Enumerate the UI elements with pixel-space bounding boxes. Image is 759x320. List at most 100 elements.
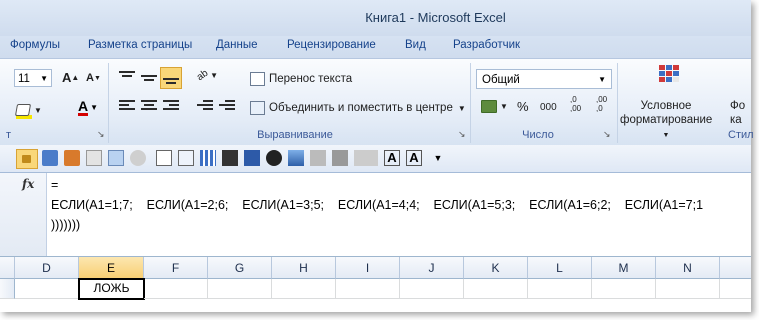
conditional-formatting-label-2: форматирование [620, 114, 713, 126]
cell-k[interactable] [464, 279, 528, 299]
control-icon[interactable] [42, 150, 58, 166]
ribbon: 11 ▼ A ▲ A ▼ ▼ A ▼ т ↘ ab ▼ Перенос текс… [0, 58, 754, 146]
align-center-icon[interactable] [141, 100, 157, 114]
column-header-k[interactable]: K [464, 257, 528, 279]
run-dialog-icon[interactable] [130, 150, 146, 166]
font-color-button[interactable]: A ▼ [78, 99, 98, 116]
tab-data[interactable]: Данные [216, 39, 258, 51]
insert-function-icon[interactable]: fx [22, 177, 34, 191]
align-bottom-button[interactable] [160, 67, 182, 89]
ribbon-tabs: Формулы Разметка страницы Данные Рецензи… [0, 36, 751, 58]
cell-partial[interactable] [720, 279, 751, 299]
image-icon[interactable] [288, 150, 304, 166]
combo-icon[interactable] [244, 150, 260, 166]
align-left-icon[interactable] [119, 100, 135, 114]
currency-icon [481, 100, 497, 113]
wrap-text-label: Перенос текста [269, 73, 353, 85]
tab-view[interactable]: Вид [405, 39, 426, 51]
cell-h[interactable] [272, 279, 336, 299]
conditional-formatting-button[interactable]: Условное форматирование ▼ [620, 99, 712, 143]
text-angle-icon: ab [194, 67, 211, 84]
number-format-dropdown[interactable]: Общий ▼ [476, 69, 612, 89]
list-icon[interactable] [222, 150, 238, 166]
formula-bar: fx = ЕСЛИ(A1=1;7; ЕСЛИ(A1=2;6; ЕСЛИ(A1=3… [0, 173, 751, 257]
view-code-icon[interactable] [86, 150, 102, 166]
cell-g[interactable] [208, 279, 272, 299]
wrap-text-button[interactable]: Перенос текста [250, 72, 352, 86]
decrease-indent-icon[interactable] [197, 100, 213, 114]
column-header-h[interactable]: H [272, 257, 336, 279]
toolbar-more-icon[interactable]: ▼ [430, 150, 446, 166]
active-cell-e[interactable]: ЛОЖЬ [78, 278, 145, 300]
cell-i[interactable] [336, 279, 400, 299]
cell-f[interactable] [144, 279, 208, 299]
number-dialog-launcher[interactable]: ↘ [603, 129, 611, 140]
separator [470, 63, 471, 143]
spin-icon[interactable] [310, 150, 326, 166]
properties-icon[interactable] [64, 150, 80, 166]
column-header-j[interactable]: J [400, 257, 464, 279]
lock-button[interactable] [16, 149, 38, 169]
column-header-e[interactable]: E [79, 257, 144, 279]
cell-l[interactable] [528, 279, 592, 299]
column-header-d[interactable]: D [15, 257, 79, 279]
column-header-f[interactable]: F [144, 257, 208, 279]
currency-format-button[interactable]: ▼ [481, 100, 508, 113]
label-a-icon[interactable]: A [384, 150, 400, 166]
chevron-down-icon: ▼ [457, 103, 466, 113]
column-header-n[interactable]: N [656, 257, 720, 279]
cell-j[interactable] [400, 279, 464, 299]
column-header-m[interactable]: M [592, 257, 656, 279]
tab-developer[interactable]: Разработчик [453, 39, 520, 51]
increase-decimal-button[interactable]: ,0 ,00 [570, 95, 581, 113]
merge-center-label: Объединить и поместить в центре [269, 102, 453, 114]
formula-line[interactable]: ))))))) [51, 218, 80, 232]
align-top-icon[interactable] [119, 71, 135, 85]
scroll-icon[interactable] [332, 150, 348, 166]
alignment-dialog-launcher[interactable]: ↘ [458, 129, 466, 140]
fill-color-button[interactable]: ▼ [14, 101, 42, 119]
label-a-alt-icon[interactable]: A [406, 150, 422, 166]
column-header-partial [720, 257, 751, 279]
column-header-l[interactable]: L [528, 257, 592, 279]
increase-indent-icon[interactable] [219, 100, 235, 114]
formula-line[interactable]: ЕСЛИ(A1=1;7; ЕСЛИ(A1=2;6; ЕСЛИ(A1=3;5; Е… [51, 198, 703, 212]
tab-review[interactable]: Рецензирование [287, 39, 376, 51]
conditional-formatting-label-1: Условное [640, 100, 692, 112]
decrease-decimal-button[interactable]: ,00 ,0 [596, 95, 607, 113]
format-as-table-button[interactable]: Фо ка [730, 99, 745, 127]
formula-line[interactable]: = [51, 178, 58, 192]
cell-d[interactable] [15, 279, 79, 299]
shrink-font-button[interactable]: A ▼ [86, 72, 101, 84]
thousands-button[interactable]: 000 [540, 102, 557, 113]
tab-formulas[interactable]: Формулы [10, 39, 60, 51]
conditional-formatting-icon [659, 65, 683, 91]
tab-page-layout[interactable]: Разметка страницы [88, 39, 192, 51]
font-dialog-launcher[interactable]: ↘ [97, 129, 105, 140]
more-controls-icon[interactable] [354, 150, 378, 166]
merge-center-button[interactable]: Объединить и поместить в центре ▼ [250, 101, 466, 115]
cell-n[interactable] [656, 279, 720, 299]
separator [617, 63, 618, 143]
chevron-down-icon: ▼ [40, 74, 48, 83]
checkbox-icon[interactable] [156, 150, 172, 166]
column-header-i[interactable]: I [336, 257, 400, 279]
align-right-icon[interactable] [163, 100, 179, 114]
font-size-box[interactable]: 11 ▼ [14, 69, 52, 87]
column-header-g[interactable]: G [208, 257, 272, 279]
number-group-label: Число [522, 129, 554, 141]
row-header[interactable] [0, 279, 15, 299]
window-title: Книга1 - Microsoft Excel [365, 10, 506, 25]
textbox-icon[interactable] [178, 150, 194, 166]
grow-font-button[interactable]: A ▲ [62, 70, 79, 85]
ball-icon[interactable] [266, 150, 282, 166]
excel-window: Книга1 - Microsoft Excel Формулы Разметк… [0, 0, 754, 312]
orientation-button[interactable]: ab ▼ [194, 67, 218, 84]
align-middle-icon[interactable] [141, 71, 157, 85]
cell-m[interactable] [592, 279, 656, 299]
dialog-icon[interactable] [108, 150, 124, 166]
row-header-corner [0, 257, 15, 279]
grid-icon[interactable] [200, 150, 216, 166]
percent-button[interactable]: % [517, 99, 529, 114]
number-format-value: Общий [482, 74, 520, 86]
